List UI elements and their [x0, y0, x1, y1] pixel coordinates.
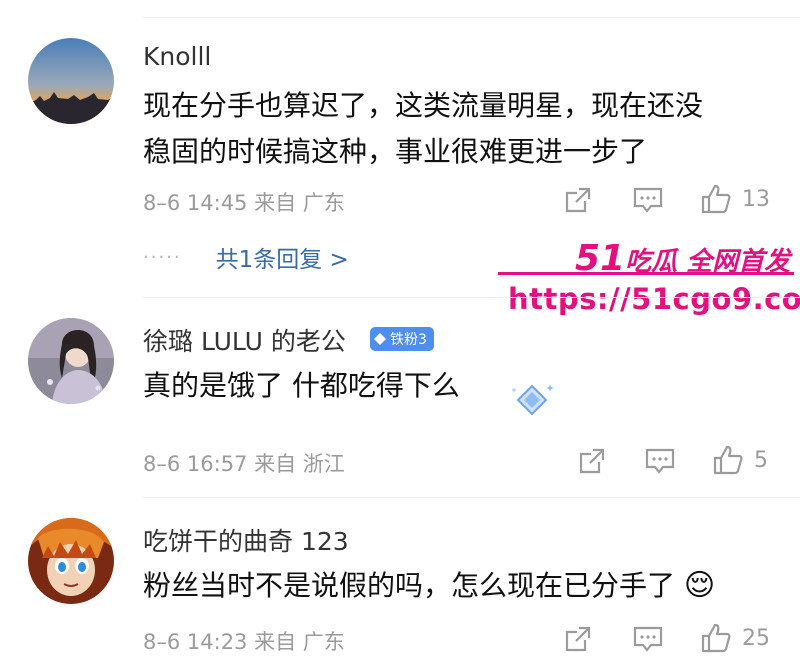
avatar[interactable]: [28, 518, 114, 604]
like-count: 13: [742, 186, 770, 212]
like-count: 5: [754, 447, 768, 473]
thumbs-up-icon: [713, 445, 743, 475]
share-icon: [579, 448, 605, 474]
divider: [143, 497, 800, 498]
share-icon: [565, 626, 591, 652]
diamond-bubble-icon: [508, 380, 556, 424]
comment-button[interactable]: [632, 185, 664, 215]
view-replies-link[interactable]: 共1条回复 >: [216, 240, 349, 274]
username[interactable]: Knolll: [143, 42, 211, 71]
comment-meta: 8–6 16:57 来自 浙江: [143, 452, 345, 476]
reply-dots: ·····: [143, 246, 182, 268]
username[interactable]: 吃饼干的曲奇 123: [143, 522, 349, 558]
comment-text: 稳固的时候搞这种，事业很难更进一步了: [143, 135, 648, 168]
avatar[interactable]: [28, 38, 114, 124]
like-button[interactable]: 25: [700, 622, 770, 654]
like-button[interactable]: 13: [700, 183, 770, 215]
diamond-icon: [374, 333, 386, 345]
divider: [143, 17, 800, 18]
like-button[interactable]: 5: [712, 444, 768, 476]
watermark-underline: [498, 272, 794, 275]
share-button[interactable]: [577, 446, 607, 476]
comment-button[interactable]: [632, 624, 664, 654]
watermark-url: https://51cgo9.com: [508, 282, 800, 316]
comment-meta: 8–6 14:45 来自 广东: [143, 191, 345, 215]
thumbs-up-icon: [701, 623, 731, 653]
comment-text: 现在分手也算迟了，这类流量明星，现在还没: [143, 89, 704, 122]
comment-icon: [633, 187, 663, 213]
comment-text: 粉丝当时不是说假的吗，怎么现在已分手了 😌: [143, 562, 715, 610]
like-count: 25: [742, 625, 770, 651]
share-icon: [565, 187, 591, 213]
relieved-face-emoji: 😌: [683, 568, 716, 603]
comment-meta: 8–6 14:23 来自 广东: [143, 630, 345, 654]
comment-text-body: 粉丝当时不是说假的吗，怎么现在已分手了: [143, 569, 676, 602]
avatar[interactable]: [28, 318, 114, 404]
share-button[interactable]: [563, 624, 593, 654]
divider: [143, 297, 800, 298]
fan-badge: 铁粉3: [370, 327, 434, 351]
comment-icon: [645, 448, 675, 474]
comment-text: 真的是饿了 什都吃得下么: [143, 369, 460, 402]
reply-row: ····· 共1条回复 >: [143, 240, 349, 274]
fan-badge-label: 铁粉3: [390, 332, 427, 348]
username[interactable]: 徐璐 LULU 的老公: [143, 322, 346, 358]
comment-feed: Knolll 现在分手也算迟了，这类流量明星，现在还没 稳固的时候搞这种，事业很…: [0, 0, 800, 671]
share-button[interactable]: [563, 185, 593, 215]
comment-button[interactable]: [644, 446, 676, 476]
thumbs-up-icon: [701, 184, 731, 214]
comment-icon: [633, 626, 663, 652]
